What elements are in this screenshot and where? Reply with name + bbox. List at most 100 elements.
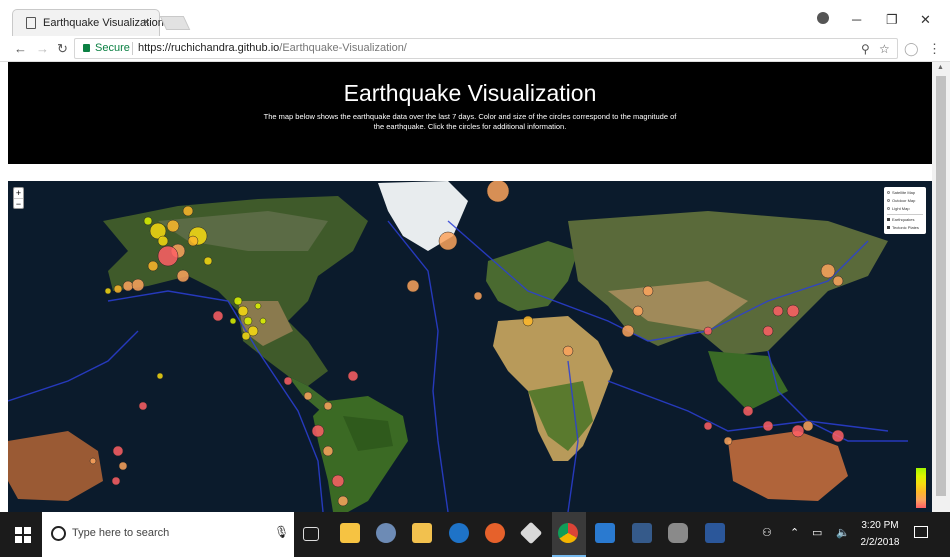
earthquake-marker[interactable] [104, 287, 112, 295]
bookmark-star-icon[interactable]: ☆ [879, 42, 890, 56]
earthquake-marker[interactable] [156, 372, 164, 380]
earthquake-marker[interactable] [131, 278, 145, 292]
earthquake-marker[interactable] [303, 391, 313, 401]
address-bar[interactable]: Secure https://ruchichandra.github.io/Ea… [74, 38, 898, 59]
windows-start-icon[interactable] [15, 527, 31, 543]
taskbar-search-box[interactable]: Type here to search 🎙 [42, 512, 294, 557]
layer-option-satellite[interactable]: Satellite Map [887, 189, 923, 197]
menu-icon[interactable]: ⋮ [928, 41, 941, 57]
layer-option-light[interactable]: Light Map [887, 205, 923, 213]
page-scrollbar[interactable]: ▲ [932, 62, 950, 512]
close-window-button[interactable]: ✕ [920, 12, 931, 28]
earthquake-map[interactable]: + − Satellite Map Outdoor Map Light Map … [8, 181, 932, 512]
earthquake-marker[interactable] [632, 305, 644, 317]
taskbar-clock[interactable]: 3:20 PM 2/2/2018 [853, 517, 907, 551]
restore-button[interactable]: ❐ [886, 12, 898, 28]
earthquake-marker[interactable] [832, 275, 844, 287]
firefox-icon[interactable] [485, 523, 505, 543]
earthquake-marker[interactable] [337, 495, 349, 507]
earthquake-marker[interactable] [241, 331, 251, 341]
earthquake-marker[interactable] [802, 420, 814, 432]
minimize-button[interactable]: ─ [852, 12, 861, 27]
new-tab-button[interactable] [159, 16, 191, 30]
earthquake-marker[interactable] [157, 235, 169, 247]
microphone-icon[interactable]: 🎙 [274, 525, 289, 539]
vscode-icon[interactable] [595, 523, 615, 543]
word-icon[interactable] [705, 523, 725, 543]
earthquake-marker[interactable] [89, 457, 97, 465]
extension-icon[interactable]: ◯ [904, 41, 919, 57]
battery-icon[interactable]: ▭ [812, 526, 822, 539]
app-icon-1[interactable] [340, 523, 360, 543]
tray-chevron-icon[interactable]: ⌃ [790, 526, 799, 539]
earthquake-marker[interactable] [772, 305, 784, 317]
earthquake-marker[interactable] [243, 316, 253, 326]
browser-tab[interactable]: Earthquake Visualization × [12, 9, 164, 36]
earthquake-marker[interactable] [786, 304, 800, 318]
overlay-option-earthquakes[interactable]: Earthquakes [887, 216, 923, 224]
earthquake-marker[interactable] [762, 325, 774, 337]
earthquake-marker[interactable] [166, 219, 180, 233]
earthquake-marker[interactable] [237, 305, 249, 317]
earthquake-marker[interactable] [233, 296, 243, 306]
earthquake-marker[interactable] [203, 256, 213, 266]
app-icon-2[interactable] [376, 523, 396, 543]
earthquake-marker[interactable] [522, 315, 534, 327]
earthquake-marker[interactable] [473, 291, 483, 301]
earthquake-marker[interactable] [406, 279, 420, 293]
layer-option-outdoor[interactable]: Outdoor Map [887, 197, 923, 205]
volume-icon[interactable]: 🔈 [836, 526, 850, 539]
earthquake-marker[interactable] [118, 461, 128, 471]
earthquake-marker[interactable] [438, 231, 458, 251]
database-icon[interactable] [668, 523, 688, 543]
earthquake-marker[interactable] [147, 260, 159, 272]
earthquake-marker[interactable] [562, 345, 574, 357]
git-icon[interactable] [519, 521, 543, 545]
earthquake-marker[interactable] [486, 181, 510, 203]
earthquake-marker[interactable] [621, 324, 635, 338]
zoom-in-button[interactable]: + [14, 188, 23, 198]
earthquake-marker[interactable] [157, 245, 179, 267]
zoom-icon[interactable]: ⚲ [861, 42, 870, 56]
earthquake-marker[interactable] [254, 302, 262, 310]
earthquake-marker[interactable] [347, 370, 359, 382]
earthquake-marker[interactable] [820, 263, 836, 279]
earthquake-marker[interactable] [762, 420, 774, 432]
file-explorer-icon[interactable] [412, 523, 432, 543]
earthquake-marker[interactable] [229, 317, 237, 325]
back-icon[interactable]: ← [14, 41, 27, 56]
profile-icon[interactable] [817, 12, 829, 24]
people-icon[interactable]: ⚇ [762, 526, 772, 539]
task-view-icon[interactable] [303, 527, 319, 541]
scrollbar-thumb[interactable] [936, 76, 946, 496]
earthquake-marker[interactable] [703, 421, 713, 431]
earthquake-marker[interactable] [791, 424, 805, 438]
earthquake-marker[interactable] [742, 405, 754, 417]
earthquake-marker[interactable] [323, 401, 333, 411]
earthquake-marker[interactable] [182, 205, 194, 217]
earthquake-marker[interactable] [122, 280, 134, 292]
reload-icon[interactable]: ↻ [57, 41, 68, 57]
cortana-icon[interactable] [51, 526, 66, 541]
earthquake-marker[interactable] [283, 376, 293, 386]
forward-icon[interactable]: → [36, 41, 49, 56]
zoom-out-button[interactable]: − [14, 198, 23, 209]
tab-close-button[interactable]: × [143, 15, 150, 29]
edge-icon[interactable] [449, 523, 469, 543]
earthquake-marker[interactable] [311, 424, 325, 438]
earthquake-marker[interactable] [259, 317, 267, 325]
earthquake-marker[interactable] [187, 235, 199, 247]
chrome-icon[interactable] [558, 523, 578, 543]
earthquake-marker[interactable] [723, 436, 733, 446]
earthquake-marker[interactable] [703, 326, 713, 336]
earthquake-marker[interactable] [642, 285, 654, 297]
overlay-option-plates[interactable]: Tectonic Plates [887, 224, 923, 232]
earthquake-marker[interactable] [322, 445, 334, 457]
scroll-up-icon[interactable]: ▲ [937, 64, 944, 71]
earthquake-marker[interactable] [112, 445, 124, 457]
earthquake-marker[interactable] [176, 269, 190, 283]
earthquake-marker[interactable] [831, 429, 845, 443]
app-icon-3[interactable] [632, 523, 652, 543]
earthquake-marker[interactable] [111, 476, 121, 486]
earthquake-marker[interactable] [113, 284, 123, 294]
